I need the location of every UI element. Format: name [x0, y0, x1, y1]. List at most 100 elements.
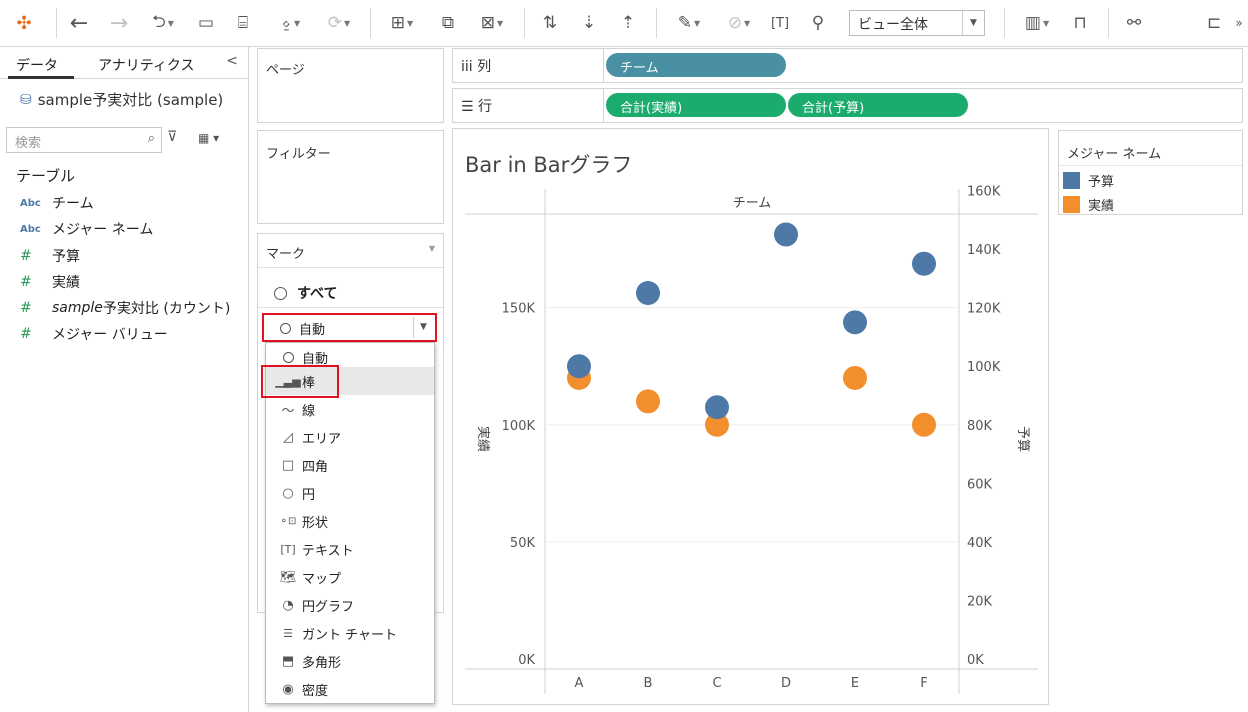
marks-all-label: すべて — [297, 286, 338, 302]
right-tick-label: 0K — [967, 653, 984, 668]
mark-option-gantt[interactable]: ☰ ガント チャート — [266, 619, 434, 647]
datasource-row[interactable]: ⛁ sample予実対比 (sample) — [20, 89, 223, 110]
more-icon[interactable]: » — [1232, 8, 1246, 38]
sort-asc-icon[interactable]: ⇣ — [575, 8, 603, 38]
mark-option-label: 円 — [302, 487, 316, 503]
left-tick-label: 150K — [502, 302, 536, 317]
legend-item-budget[interactable]: 予算 — [1063, 171, 1114, 190]
mark-option-density[interactable]: ◉ 密度 — [266, 675, 434, 703]
pie-chart-icon: ◔ — [282, 597, 294, 613]
mark-type-select[interactable]: 自動 ▼ — [262, 313, 437, 342]
mark-option-square[interactable]: □ 四角 — [266, 451, 434, 479]
highlight-icon[interactable]: ✎ ▼ — [668, 8, 710, 38]
field-name: 実績 — [52, 275, 80, 291]
field-budget[interactable]: # 予算 — [20, 246, 80, 266]
data-point-actual[interactable] — [912, 412, 936, 437]
fit-select[interactable]: ビュー全体 ▼ — [849, 10, 985, 36]
polygon-icon: ⬒ — [281, 653, 295, 669]
chevron-down-icon[interactable]: ▼ — [429, 244, 435, 253]
signpost-icon[interactable]: ⊏ — [1200, 8, 1228, 38]
mark-option-circle[interactable]: ○ 円 — [266, 479, 434, 507]
new-datasource-icon[interactable]: ⌸ — [230, 8, 256, 38]
mark-option-map[interactable]: 🗺 マップ — [266, 563, 434, 591]
data-point-actual[interactable] — [636, 389, 660, 414]
line-chart-icon: 〜 — [281, 403, 295, 419]
mark-option-pie[interactable]: ◔ 円グラフ — [266, 591, 434, 619]
rows-shelf[interactable]: ☰ 行 合計(実績) 合計(予算) — [452, 88, 1243, 123]
right-tick-label: 40K — [967, 536, 993, 551]
filter-icon[interactable]: ⊽ — [167, 129, 177, 145]
search-icon[interactable]: ⌕ — [148, 131, 155, 146]
forward-icon[interactable]: → — [104, 8, 134, 38]
list-view-icon[interactable]: ▦ ▾ — [198, 131, 219, 145]
legend-item-actual[interactable]: 実績 — [1063, 195, 1114, 214]
collapse-icon[interactable]: < — [226, 53, 238, 69]
mark-option-label: 線 — [302, 403, 316, 419]
data-point-budget[interactable] — [843, 310, 867, 335]
swap-icon[interactable]: ⇅ — [536, 8, 564, 38]
mark-option-area[interactable]: ◿ エリア — [266, 423, 434, 451]
data-point-budget[interactable] — [774, 222, 798, 247]
circle-icon: ○ — [282, 485, 294, 501]
filters-card[interactable]: フィルター — [257, 130, 444, 224]
data-point-budget[interactable] — [912, 251, 936, 276]
field-actual[interactable]: # 実績 — [20, 272, 80, 292]
square-icon: □ — [281, 457, 295, 473]
x-tick-label: E — [851, 676, 859, 691]
field-count[interactable]: # sample 予実対比 (カウント) — [20, 298, 230, 318]
chevron-down-icon[interactable]: ▼ — [962, 11, 984, 35]
rows-shelf-label: ☰ 行 — [461, 99, 493, 115]
field-name: メジャー バリュー — [52, 327, 168, 343]
column-header: チーム — [733, 196, 772, 211]
mark-option-label: 多角形 — [302, 655, 342, 671]
field-measure-names[interactable]: Abc メジャー ネーム — [20, 219, 153, 239]
tab-data[interactable]: データ — [8, 47, 74, 79]
pill-sum-actual[interactable]: 合計(実績) — [606, 93, 786, 117]
data-point-budget[interactable] — [636, 281, 660, 306]
bar-icon[interactable]: ▥ ▼ — [1014, 8, 1060, 38]
save-icon[interactable]: ▭ — [193, 8, 219, 38]
columns-shelf[interactable]: iii 列 チーム — [452, 48, 1243, 83]
mark-option-line[interactable]: 〜 線 — [266, 395, 434, 423]
field-measure-values[interactable]: # メジャー バリュー — [20, 324, 168, 344]
x-tick-label: D — [781, 676, 791, 691]
mark-option-text[interactable]: [T] テキスト — [266, 535, 434, 563]
redo-icon[interactable]: ⮌ ▼ — [142, 8, 184, 38]
tab-analytics[interactable]: アナリティクス — [98, 47, 194, 79]
circle-icon — [280, 349, 296, 365]
bar-option-highlight-box — [261, 365, 339, 398]
search-input[interactable]: 検索 ⌕ — [6, 127, 162, 153]
new-sheet-icon[interactable]: ⊞ ▼ — [380, 8, 424, 38]
data-point-budget[interactable] — [705, 395, 729, 420]
mark-option-polygon[interactable]: ⬒ 多角形 — [266, 647, 434, 675]
marks-all-tab[interactable]: すべて — [258, 268, 443, 308]
pill-team[interactable]: チーム — [606, 53, 786, 77]
field-name: 予実対比 (カウント) — [102, 301, 231, 317]
pill-sum-budget[interactable]: 合計(予算) — [788, 93, 968, 117]
attach-icon[interactable]: ⊘ ▼ — [718, 8, 760, 38]
right-tick-label: 100K — [967, 360, 1001, 375]
chevron-down-icon[interactable]: ▼ — [413, 317, 433, 338]
share-icon[interactable]: ⚯ — [1120, 8, 1148, 38]
refresh-icon[interactable]: ⟳ ▼ — [318, 8, 360, 38]
pages-card[interactable]: ページ — [257, 48, 444, 123]
field-team[interactable]: Abc チーム — [20, 193, 94, 213]
duplicate-icon[interactable]: ⧉ — [434, 8, 462, 38]
data-point-budget[interactable] — [567, 354, 591, 379]
legend-label: 実績 — [1088, 199, 1115, 214]
pin-icon[interactable]: ⚲ — [804, 8, 832, 38]
tableau-logo-icon[interactable]: ✣ — [10, 8, 38, 38]
sort-desc-icon[interactable]: ⇡ — [614, 8, 642, 38]
text-label-icon[interactable]: [T] — [766, 8, 794, 38]
mark-type-value: 自動 — [299, 322, 326, 338]
back-icon[interactable]: ← — [64, 8, 94, 38]
data-point-actual[interactable] — [843, 365, 867, 390]
pause-icon[interactable]: ⍚ ▼ — [268, 8, 314, 38]
shapes-icon: ⚬⊡ — [279, 515, 297, 527]
x-tick-label: C — [712, 676, 721, 691]
presentation-icon[interactable]: ⊓ — [1066, 8, 1094, 38]
mark-option-shape[interactable]: ⚬⊡ 形状 — [266, 507, 434, 535]
clear-icon[interactable]: ⊠ ▼ — [470, 8, 514, 38]
text-icon: [T] — [280, 542, 296, 556]
mark-option-label: ガント チャート — [302, 627, 398, 643]
